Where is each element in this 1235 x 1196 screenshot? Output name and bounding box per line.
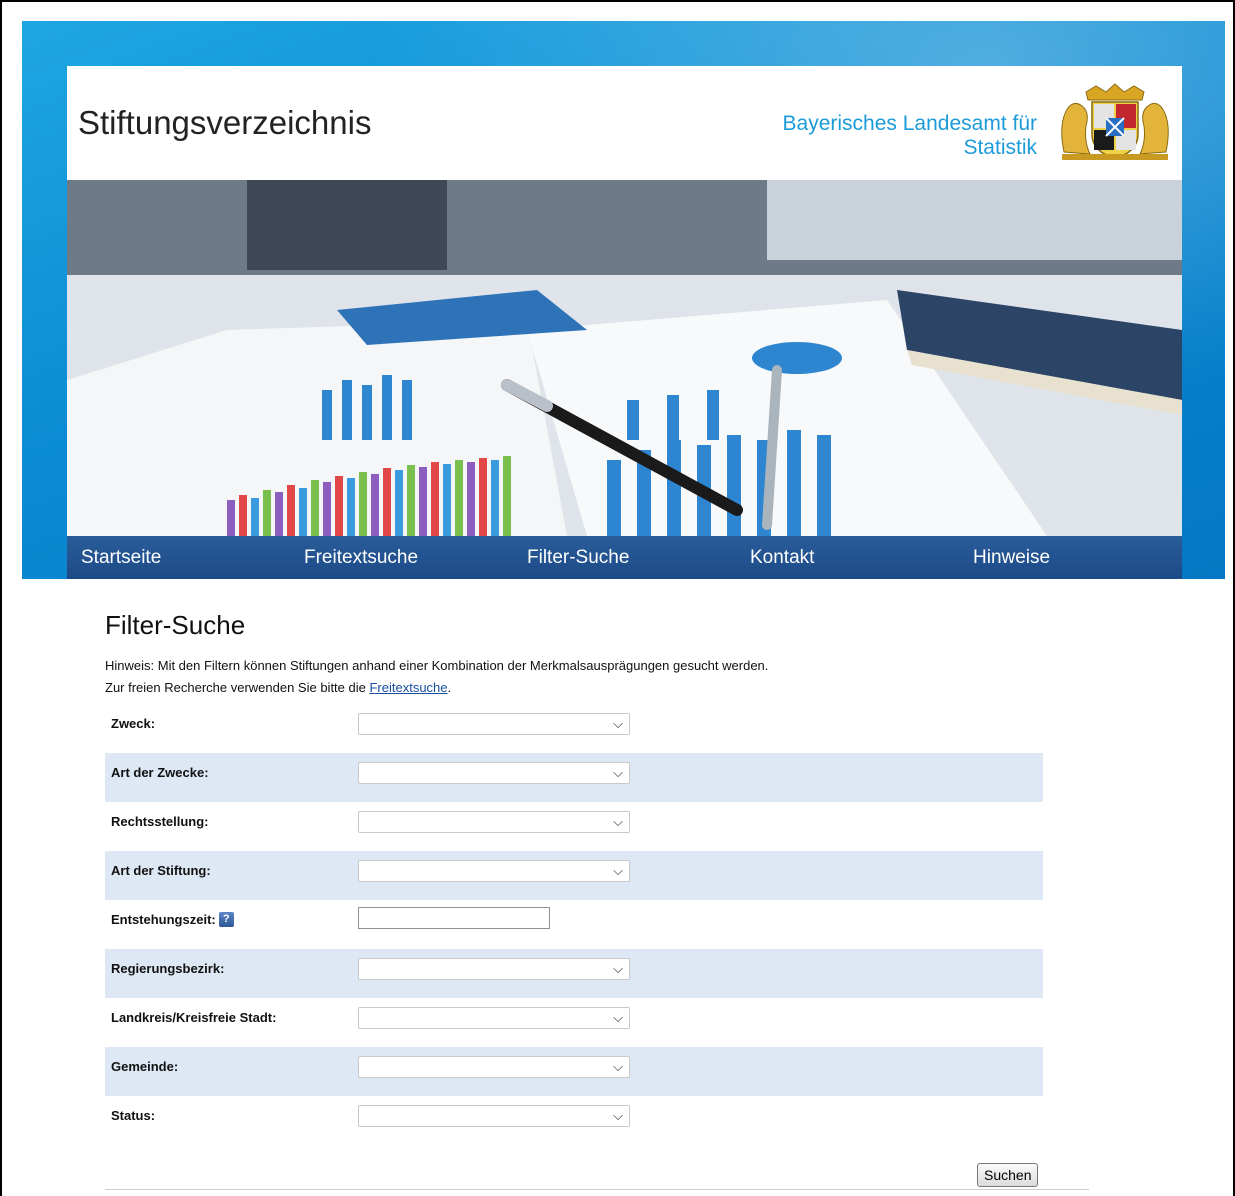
hint-line-1: Hinweis: Mit den Filtern können Stiftung… xyxy=(105,658,769,673)
art-der-stiftung-select[interactable]: ⌵ xyxy=(358,860,630,882)
chevron-down-icon: ⌵ xyxy=(613,961,623,976)
status-select[interactable]: ⌵ xyxy=(358,1105,630,1127)
help-icon[interactable]: ? xyxy=(218,912,234,927)
nav-item-filter-suche[interactable]: Filter-Suche xyxy=(513,536,736,579)
hint-text: Hinweis: Mit den Filtern können Stiftung… xyxy=(105,655,1105,699)
hint-line-2-suffix: . xyxy=(447,680,452,695)
page-title: Filter-Suche xyxy=(105,610,246,640)
agency-name-line2: Statistik xyxy=(963,136,1037,159)
filter-row-regierungsbezirk: Regierungsbezirk: ⌵ xyxy=(105,949,1043,998)
chevron-down-icon: ⌵ xyxy=(613,1059,623,1074)
hint-line-2-prefix: Zur freien Recherche verwenden Sie bitte… xyxy=(105,680,370,695)
gemeinde-select[interactable]: ⌵ xyxy=(358,1056,630,1078)
filter-label-zweck: Zweck: xyxy=(111,716,156,731)
filter-row-rechtsstellung: Rechtsstellung: ⌵ xyxy=(105,802,1043,851)
chevron-down-icon: ⌵ xyxy=(613,1010,623,1025)
filter-row-art-der-zwecke: Art der Zwecke: ⌵ xyxy=(105,753,1043,802)
nav-item-freitextsuche[interactable]: Freitextsuche xyxy=(290,536,513,579)
filter-label-regierungsbezirk: Regierungsbezirk: xyxy=(111,961,225,976)
filter-label-status: Status: xyxy=(111,1108,156,1123)
filter-row-gemeinde: Gemeinde: ⌵ xyxy=(105,1047,1043,1096)
nav-item-kontakt[interactable]: Kontakt xyxy=(736,536,959,579)
main-content: Filter-Suche Hinweis: Mit den Filtern kö… xyxy=(105,610,1105,699)
regierungsbezirk-select[interactable]: ⌵ xyxy=(358,958,630,980)
filter-label-gemeinde: Gemeinde: xyxy=(111,1059,179,1074)
agency-name-line1: Bayerisches Landesamt für xyxy=(782,112,1037,135)
chevron-down-icon: ⌵ xyxy=(613,1108,623,1123)
landkreis-select[interactable]: ⌵ xyxy=(358,1007,630,1029)
search-button[interactable]: Suchen xyxy=(977,1163,1039,1187)
chevron-down-icon: ⌵ xyxy=(613,716,623,731)
main-navigation: Startseite Freitextsuche Filter-Suche Ko… xyxy=(67,536,1182,579)
nav-item-startseite[interactable]: Startseite xyxy=(67,536,290,579)
filter-row-status: Status: ⌵ xyxy=(105,1096,1043,1145)
chevron-down-icon: ⌵ xyxy=(613,814,623,829)
filter-row-art-der-stiftung: Art der Stiftung: ⌵ xyxy=(105,851,1043,900)
chevron-down-icon: ⌵ xyxy=(613,765,623,780)
site-title: Stiftungsverzeichnis xyxy=(78,104,372,141)
rechtsstellung-select[interactable]: ⌵ xyxy=(358,811,630,833)
art-der-zwecke-select[interactable]: ⌵ xyxy=(358,762,630,784)
agency-name: Bayerisches Landesamt für Statistik xyxy=(783,112,1037,160)
coat-of-arms-logo xyxy=(1056,82,1174,162)
filter-row-landkreis: Landkreis/Kreisfreie Stadt: ⌵ xyxy=(105,998,1043,1047)
freitextsuche-link[interactable]: Freitextsuche xyxy=(369,680,447,695)
entstehungszeit-input[interactable] xyxy=(358,907,550,929)
hint-line-2: Zur freien Recherche verwenden Sie bitte… xyxy=(105,677,1105,699)
filter-label-entstehungszeit: Entstehungszeit: xyxy=(111,912,216,927)
filter-row-entstehungszeit: Entstehungszeit:? xyxy=(105,900,1043,949)
filter-label-entstehungszeit-wrap: Entstehungszeit:? xyxy=(111,912,234,927)
chevron-down-icon: ⌵ xyxy=(613,863,623,878)
divider xyxy=(105,1189,1089,1190)
filter-label-art-der-zwecke: Art der Zwecke: xyxy=(111,765,209,780)
filter-form: Zweck: ⌵ Art der Zwecke: ⌵ Rechtsstellun… xyxy=(105,704,1043,1145)
zweck-select[interactable]: ⌵ xyxy=(358,713,630,735)
hero-image xyxy=(67,180,1182,536)
nav-item-hinweise[interactable]: Hinweise xyxy=(959,536,1182,579)
site-header: Stiftungsverzeichnis Bayerisches Landesa… xyxy=(67,66,1182,180)
filter-row-zweck: Zweck: ⌵ xyxy=(105,704,1043,753)
filter-label-art-der-stiftung: Art der Stiftung: xyxy=(111,863,211,878)
filter-label-landkreis: Landkreis/Kreisfreie Stadt: xyxy=(111,1010,277,1025)
filter-label-rechtsstellung: Rechtsstellung: xyxy=(111,814,209,829)
